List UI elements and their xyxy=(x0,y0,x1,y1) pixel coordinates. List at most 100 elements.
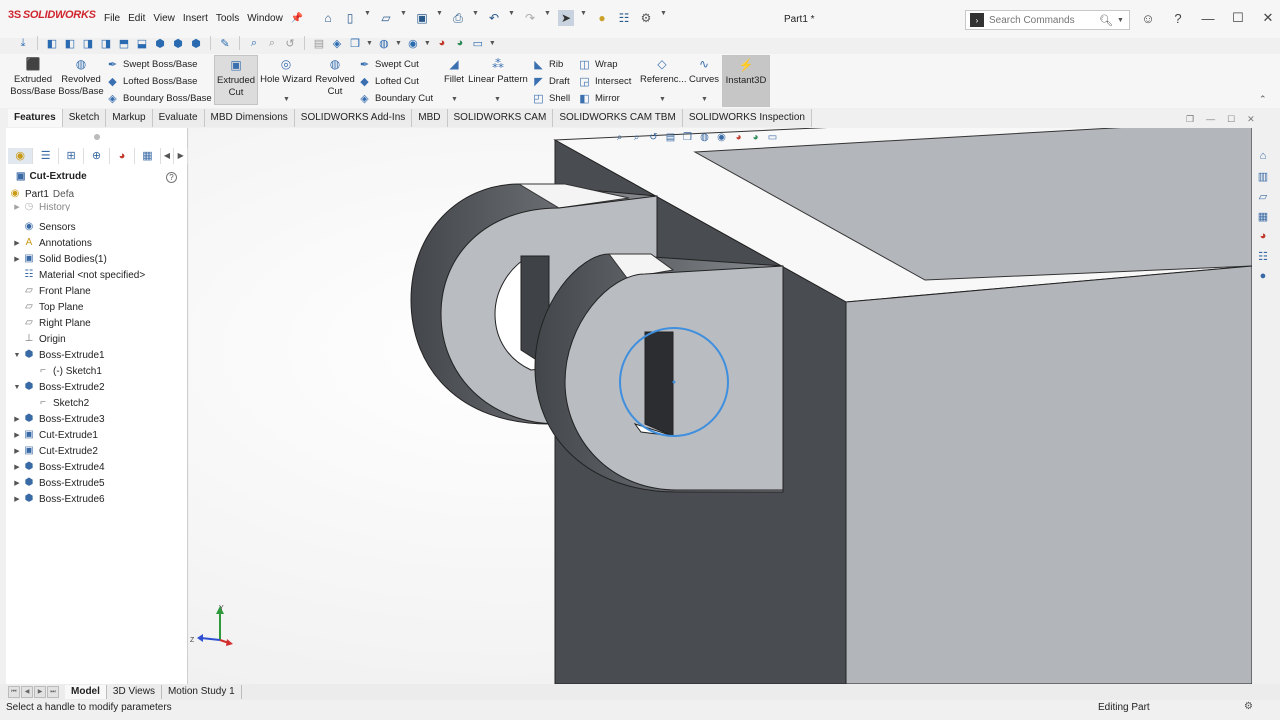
view-palette-icon[interactable]: ▦ xyxy=(1255,210,1271,226)
hud-zoom-area-icon[interactable]: ⌕ xyxy=(630,132,643,143)
rebuild-icon[interactable]: ● xyxy=(594,10,610,26)
dimetric-view-icon[interactable]: ⬢ xyxy=(189,36,203,50)
draft-button[interactable]: ◤ Draft xyxy=(532,73,569,89)
right-view-icon[interactable]: ◨ xyxy=(99,36,113,50)
lofted-cut-button[interactable]: ◆ Lofted Cut xyxy=(358,73,419,89)
shell-button[interactable]: ◰ Shell xyxy=(532,90,570,106)
search-commands[interactable]: › 🔍︎ ▼ xyxy=(965,10,1130,30)
appearance-icon[interactable]: ◕ xyxy=(435,36,449,50)
home-icon[interactable]: ⌂ xyxy=(320,10,336,26)
tree-item[interactable]: ▶ ▣ Solid Bodies(1) xyxy=(12,252,107,266)
tab-features[interactable]: Features xyxy=(8,109,63,127)
tree-item[interactable]: ◉ Sensors xyxy=(12,220,76,234)
viewport-close-icon[interactable]: ✕ xyxy=(1247,114,1255,125)
swept-cut-button[interactable]: ✒ Swept Cut xyxy=(358,56,419,72)
tree-item[interactable]: ▱ Right Plane xyxy=(12,316,91,330)
prev-tab-icon[interactable]: ◀ xyxy=(21,686,33,698)
tree-item[interactable]: ▱ Top Plane xyxy=(12,300,83,314)
tree-item[interactable]: ⌐ Sketch2 xyxy=(26,396,89,410)
part-model-view[interactable]: Y Z xyxy=(189,128,1252,684)
help-icon[interactable]: ? xyxy=(1170,11,1186,26)
graphics-area[interactable]: Y Z ⌕ ⌕ ↺ ▤ ❒ ◍ ◉ ◕ ◕ ▭ xyxy=(189,128,1252,684)
menu-edit[interactable]: Edit xyxy=(124,13,149,24)
zoom-area-icon[interactable]: ⌕ xyxy=(265,36,279,50)
maximize-icon[interactable]: ☐ xyxy=(1230,10,1246,26)
revolved-cut-button[interactable]: ◍ Revolved Cut xyxy=(313,58,357,98)
viewport-maximize-icon[interactable]: ☐ xyxy=(1227,114,1235,125)
expand-toggle-icon[interactable]: ▶ xyxy=(12,479,22,487)
select-arrow-icon[interactable]: ➤ xyxy=(558,10,574,26)
tree-history[interactable]: ▶ ◷ History xyxy=(12,203,70,211)
tree-item[interactable]: ▶ A Annotations xyxy=(12,236,92,250)
tab-mbd[interactable]: MBD xyxy=(412,109,448,127)
hud-scene-icon[interactable]: ◕ xyxy=(749,132,762,143)
tab-sketch[interactable]: Sketch xyxy=(62,109,107,127)
instant3d-button[interactable]: ⚡ Instant3D xyxy=(722,55,770,107)
redo-icon[interactable]: ↷ xyxy=(522,10,538,26)
tree-item[interactable]: ▼ ⬢ Boss-Extrude1 xyxy=(12,348,105,362)
search-icon[interactable]: 🔍︎ xyxy=(1099,14,1113,27)
open-icon[interactable]: ▱ xyxy=(378,10,394,26)
menu-window[interactable]: Window xyxy=(243,13,287,24)
hud-previous-view-icon[interactable]: ↺ xyxy=(647,132,660,143)
linear-pattern-dropdown-icon[interactable]: ▼ xyxy=(494,96,501,103)
isometric-view-icon[interactable]: ⬢ xyxy=(153,36,167,50)
property-manager-tab-icon[interactable]: ☰ xyxy=(33,148,59,164)
undo-icon[interactable]: ↶ xyxy=(486,10,502,26)
configuration-manager-tab-icon[interactable]: ⊞ xyxy=(59,148,85,164)
solidworks-resources-icon[interactable]: ⌂ xyxy=(1255,150,1271,166)
hud-view-settings-icon[interactable]: ▭ xyxy=(766,132,779,143)
tree-item[interactable]: ⊥ Origin xyxy=(12,332,66,346)
file-explorer-icon[interactable]: ▱ xyxy=(1255,190,1271,206)
status-options-icon[interactable]: ⚙ xyxy=(1244,701,1253,712)
wrap-button[interactable]: ◫ Wrap xyxy=(578,56,617,72)
view-orientation-icon[interactable]: ❒ xyxy=(348,36,362,50)
revolved-boss-button[interactable]: ◍ Revolved Boss/Base xyxy=(58,58,104,98)
options-gear-icon[interactable]: ⚙ xyxy=(638,10,654,26)
tree-item[interactable]: ▶ ▣ Cut-Extrude2 xyxy=(12,444,98,458)
tab-mbd-dimensions[interactable]: MBD Dimensions xyxy=(204,109,295,127)
close-icon[interactable]: ✕ xyxy=(1260,10,1276,26)
tree-item[interactable]: ▶ ▣ Cut-Extrude1 xyxy=(12,428,98,442)
tab-cam[interactable]: SOLIDWORKS CAM xyxy=(447,109,554,127)
hud-display-style-icon[interactable]: ◍ xyxy=(698,132,711,143)
tab-markup[interactable]: Markup xyxy=(106,109,153,127)
hud-section-view-icon[interactable]: ▤ xyxy=(664,132,677,143)
front-view-icon[interactable]: ◧ xyxy=(45,36,59,50)
linear-pattern-button[interactable]: ⁂ Linear Pattern xyxy=(468,58,528,86)
expand-toggle-icon[interactable]: ▶ xyxy=(12,447,22,455)
section-view-icon[interactable]: ▤ xyxy=(312,36,326,50)
expand-toggle-icon[interactable]: ▶ xyxy=(12,431,22,439)
account-icon[interactable]: ☺ xyxy=(1140,11,1156,26)
dimxpert-tab-icon[interactable]: ⊕ xyxy=(84,148,110,164)
expand-toggle-icon[interactable]: ▶ xyxy=(12,495,22,503)
boundary-boss-button[interactable]: ◈ Boundary Boss/Base xyxy=(106,90,211,106)
reference-dropdown-icon[interactable]: ▼ xyxy=(659,96,666,103)
expand-toggle-icon[interactable]: ▼ xyxy=(12,384,22,391)
hide-show-icon[interactable]: ◉ xyxy=(406,36,420,50)
search-input[interactable] xyxy=(989,14,1099,26)
tree-item[interactable]: ▶ ⬢ Boss-Extrude3 xyxy=(12,412,104,426)
dynamic-annotation-icon[interactable]: ◈ xyxy=(330,36,344,50)
fillet-button[interactable]: ◢ Fillet xyxy=(440,58,468,86)
tree-item[interactable]: ▶ ⬢ Boss-Extrude4 xyxy=(12,460,104,474)
extruded-boss-button[interactable]: ⬛ Extruded Boss/Base xyxy=(10,58,56,98)
minimize-icon[interactable]: — xyxy=(1200,11,1216,26)
lofted-boss-button[interactable]: ◆ Lofted Boss/Base xyxy=(106,73,197,89)
tree-item[interactable]: ▶ ⬢ Boss-Extrude5 xyxy=(12,476,104,490)
left-view-icon[interactable]: ◨ xyxy=(81,36,95,50)
menu-view[interactable]: View xyxy=(149,13,179,24)
previous-view-icon[interactable]: ↺ xyxy=(283,36,297,50)
sketch-pencil-icon[interactable]: ✎ xyxy=(218,36,232,50)
hud-hide-show-icon[interactable]: ◉ xyxy=(715,132,728,143)
mirror-button[interactable]: ◧ Mirror xyxy=(578,90,620,106)
tree-part-root[interactable]: ◉ Part1 Defa xyxy=(8,187,74,201)
file-properties-icon[interactable]: ☷ xyxy=(616,10,632,26)
tree-item[interactable]: ▼ ⬢ Boss-Extrude2 xyxy=(12,380,105,394)
tree-item[interactable]: ⌐ (-) Sketch1 xyxy=(26,364,102,378)
tab-3d-views[interactable]: 3D Views xyxy=(107,685,162,699)
back-view-icon[interactable]: ◧ xyxy=(63,36,77,50)
save-icon[interactable]: ▣ xyxy=(414,10,430,26)
tab-scroll-right-icon[interactable]: ▶ xyxy=(174,148,189,164)
display-style-icon[interactable]: ◍ xyxy=(377,36,391,50)
